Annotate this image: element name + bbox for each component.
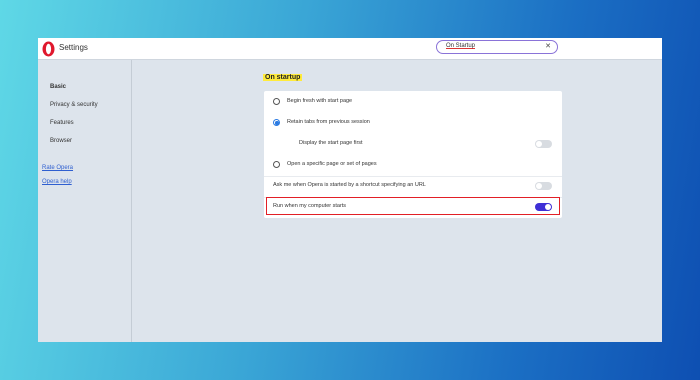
search-value: On Startup: [446, 43, 476, 49]
toggle-ask-shortcut[interactable]: [535, 182, 552, 190]
option-label: Open a specific page or set of pages: [287, 161, 377, 167]
option-ask-shortcut: Ask me when Opera is started by a shortc…: [264, 176, 562, 196]
sidebar: Basic Privacy & security Features Browse…: [38, 60, 132, 342]
sidebar-item-features[interactable]: Features: [50, 120, 74, 126]
title-bar: Settings On Startup ✕: [38, 38, 662, 60]
page-title: Settings: [59, 43, 88, 52]
option-label: Retain tabs from previous session: [287, 119, 370, 125]
section-title-on-startup: On startup: [263, 74, 303, 81]
radio-open-specific-pages[interactable]: [273, 161, 280, 168]
option-label: Display the start page first: [299, 140, 363, 146]
opera-help-link[interactable]: Opera help: [42, 179, 72, 185]
option-label: Begin fresh with start page: [287, 98, 353, 104]
option-begin-fresh[interactable]: Begin fresh with start page: [264, 92, 562, 112]
sidebar-item-browser[interactable]: Browser: [50, 138, 72, 144]
rate-opera-link[interactable]: Rate Opera: [42, 165, 73, 171]
highlight-box: [266, 197, 560, 215]
radio-begin-fresh[interactable]: [273, 98, 280, 105]
sidebar-item-privacy-security[interactable]: Privacy & security: [50, 102, 98, 108]
option-display-start-page: Display the start page first: [264, 134, 562, 154]
radio-retain-tabs[interactable]: [273, 119, 280, 126]
option-retain-tabs[interactable]: Retain tabs from previous session: [264, 113, 562, 133]
option-open-specific-pages[interactable]: Open a specific page or set of pages: [264, 155, 562, 175]
toggle-display-start-page[interactable]: [535, 140, 552, 148]
settings-window: Settings On Startup ✕ Basic Privacy & se…: [38, 38, 662, 342]
option-label: Ask me when Opera is started by a shortc…: [273, 182, 426, 188]
sidebar-item-basic[interactable]: Basic: [50, 84, 66, 90]
close-icon[interactable]: ✕: [545, 42, 551, 50]
opera-logo-icon: [42, 41, 55, 57]
settings-search-input[interactable]: On Startup ✕: [436, 40, 558, 54]
